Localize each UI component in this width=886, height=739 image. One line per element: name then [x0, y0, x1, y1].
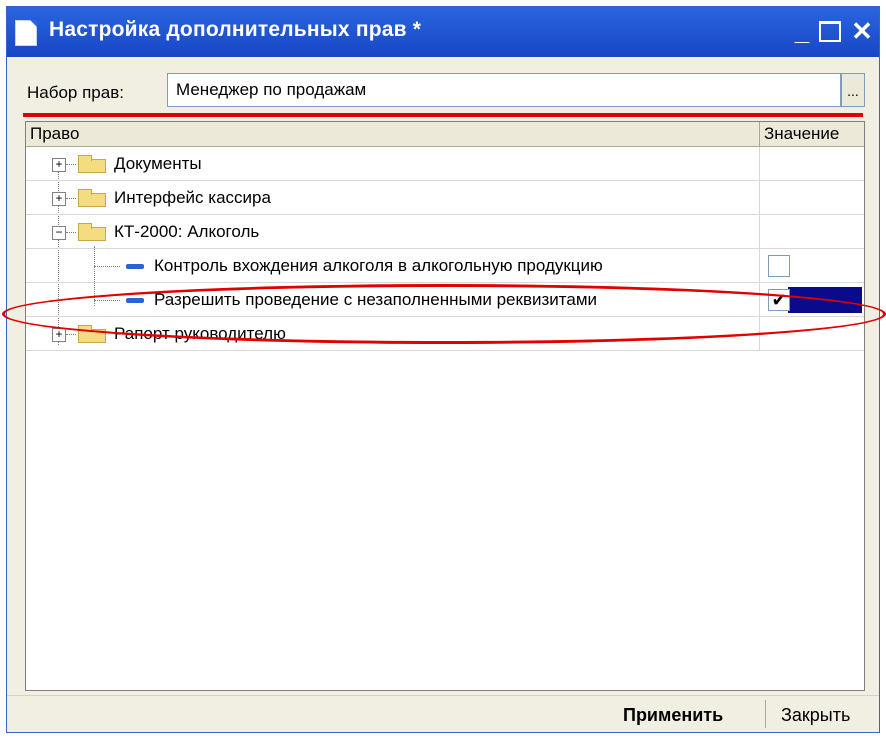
- tree-row-label: Интерфейс кассира: [114, 188, 271, 207]
- folder-icon: [78, 189, 106, 207]
- rights-table[interactable]: Право Значение + Документы + Интерфейс к…: [25, 121, 865, 691]
- column-header-value[interactable]: Значение: [764, 122, 839, 146]
- folder-icon: [78, 223, 106, 241]
- title-bar[interactable]: Настройка дополнительных прав * _ ✕: [7, 7, 879, 57]
- close-window-button[interactable]: ✕: [847, 15, 877, 47]
- collapse-icon[interactable]: −: [52, 226, 66, 240]
- permission-icon: [126, 298, 144, 303]
- folder-icon: [78, 155, 106, 173]
- maximize-icon: [819, 20, 841, 42]
- footer-bar: Применить Закрыть: [7, 695, 879, 734]
- tree-connector: [66, 232, 76, 233]
- column-divider[interactable]: [759, 122, 760, 146]
- cell-divider: [759, 147, 760, 180]
- tree-row-label: Рапорт руководителю: [114, 324, 286, 343]
- red-underline-annotation: [23, 113, 863, 117]
- cell-divider: [759, 317, 760, 350]
- tree-row-cashier-interface[interactable]: + Интерфейс кассира: [26, 181, 864, 215]
- window-title: Настройка дополнительных прав *: [49, 18, 422, 41]
- document-icon: [15, 20, 37, 46]
- tree-row-label: Контроль вхождения алкоголя в алкогольну…: [154, 256, 603, 275]
- cell-divider: [759, 215, 760, 248]
- tree-row-label: КТ-2000: Алкоголь: [114, 222, 260, 241]
- folder-icon: [78, 325, 106, 343]
- tree-connector: [66, 334, 76, 335]
- tree-connector: [66, 164, 76, 165]
- maximize-button[interactable]: [815, 15, 845, 47]
- tree-row-label: Документы: [114, 154, 202, 173]
- column-header-right[interactable]: Право: [30, 122, 79, 146]
- rights-set-select-button[interactable]: ...: [841, 73, 865, 107]
- selected-cell-highlight: [788, 287, 862, 313]
- tree-row-alcohol-content-control[interactable]: Контроль вхождения алкоголя в алкогольну…: [26, 249, 864, 283]
- tree-row-allow-posting-empty-requisites[interactable]: Разрешить проведение с незаполненными ре…: [26, 283, 864, 317]
- tree-connector: [94, 300, 120, 301]
- close-button[interactable]: Закрыть: [781, 702, 850, 728]
- expand-icon[interactable]: +: [52, 158, 66, 172]
- tree-connector: [94, 266, 120, 267]
- tree-connector: [66, 198, 76, 199]
- tree-row-documents[interactable]: + Документы: [26, 147, 864, 181]
- tree-row-label: Разрешить проведение с незаполненными ре…: [154, 290, 598, 309]
- rights-set-input[interactable]: Менеджер по продажам: [167, 73, 841, 107]
- cell-divider: [759, 283, 760, 316]
- rights-settings-window: Настройка дополнительных прав * _ ✕ Набо…: [6, 6, 880, 733]
- cell-divider: [759, 181, 760, 214]
- minimize-button[interactable]: _: [787, 15, 817, 47]
- tree-row-manager-report[interactable]: + Рапорт руководителю: [26, 317, 864, 351]
- apply-button[interactable]: Применить: [623, 702, 723, 728]
- permission-icon: [126, 264, 144, 269]
- expand-icon[interactable]: +: [52, 192, 66, 206]
- value-checkbox[interactable]: [768, 255, 790, 277]
- tree-row-kt2000-alcohol[interactable]: − КТ-2000: Алкоголь: [26, 215, 864, 249]
- table-header: Право Значение: [26, 122, 864, 147]
- rights-set-label: Набор прав:: [27, 83, 124, 102]
- footer-divider: [765, 700, 766, 728]
- cell-divider: [759, 249, 760, 282]
- value-checkbox-checked[interactable]: ✔: [768, 289, 790, 311]
- expand-icon[interactable]: +: [52, 328, 66, 342]
